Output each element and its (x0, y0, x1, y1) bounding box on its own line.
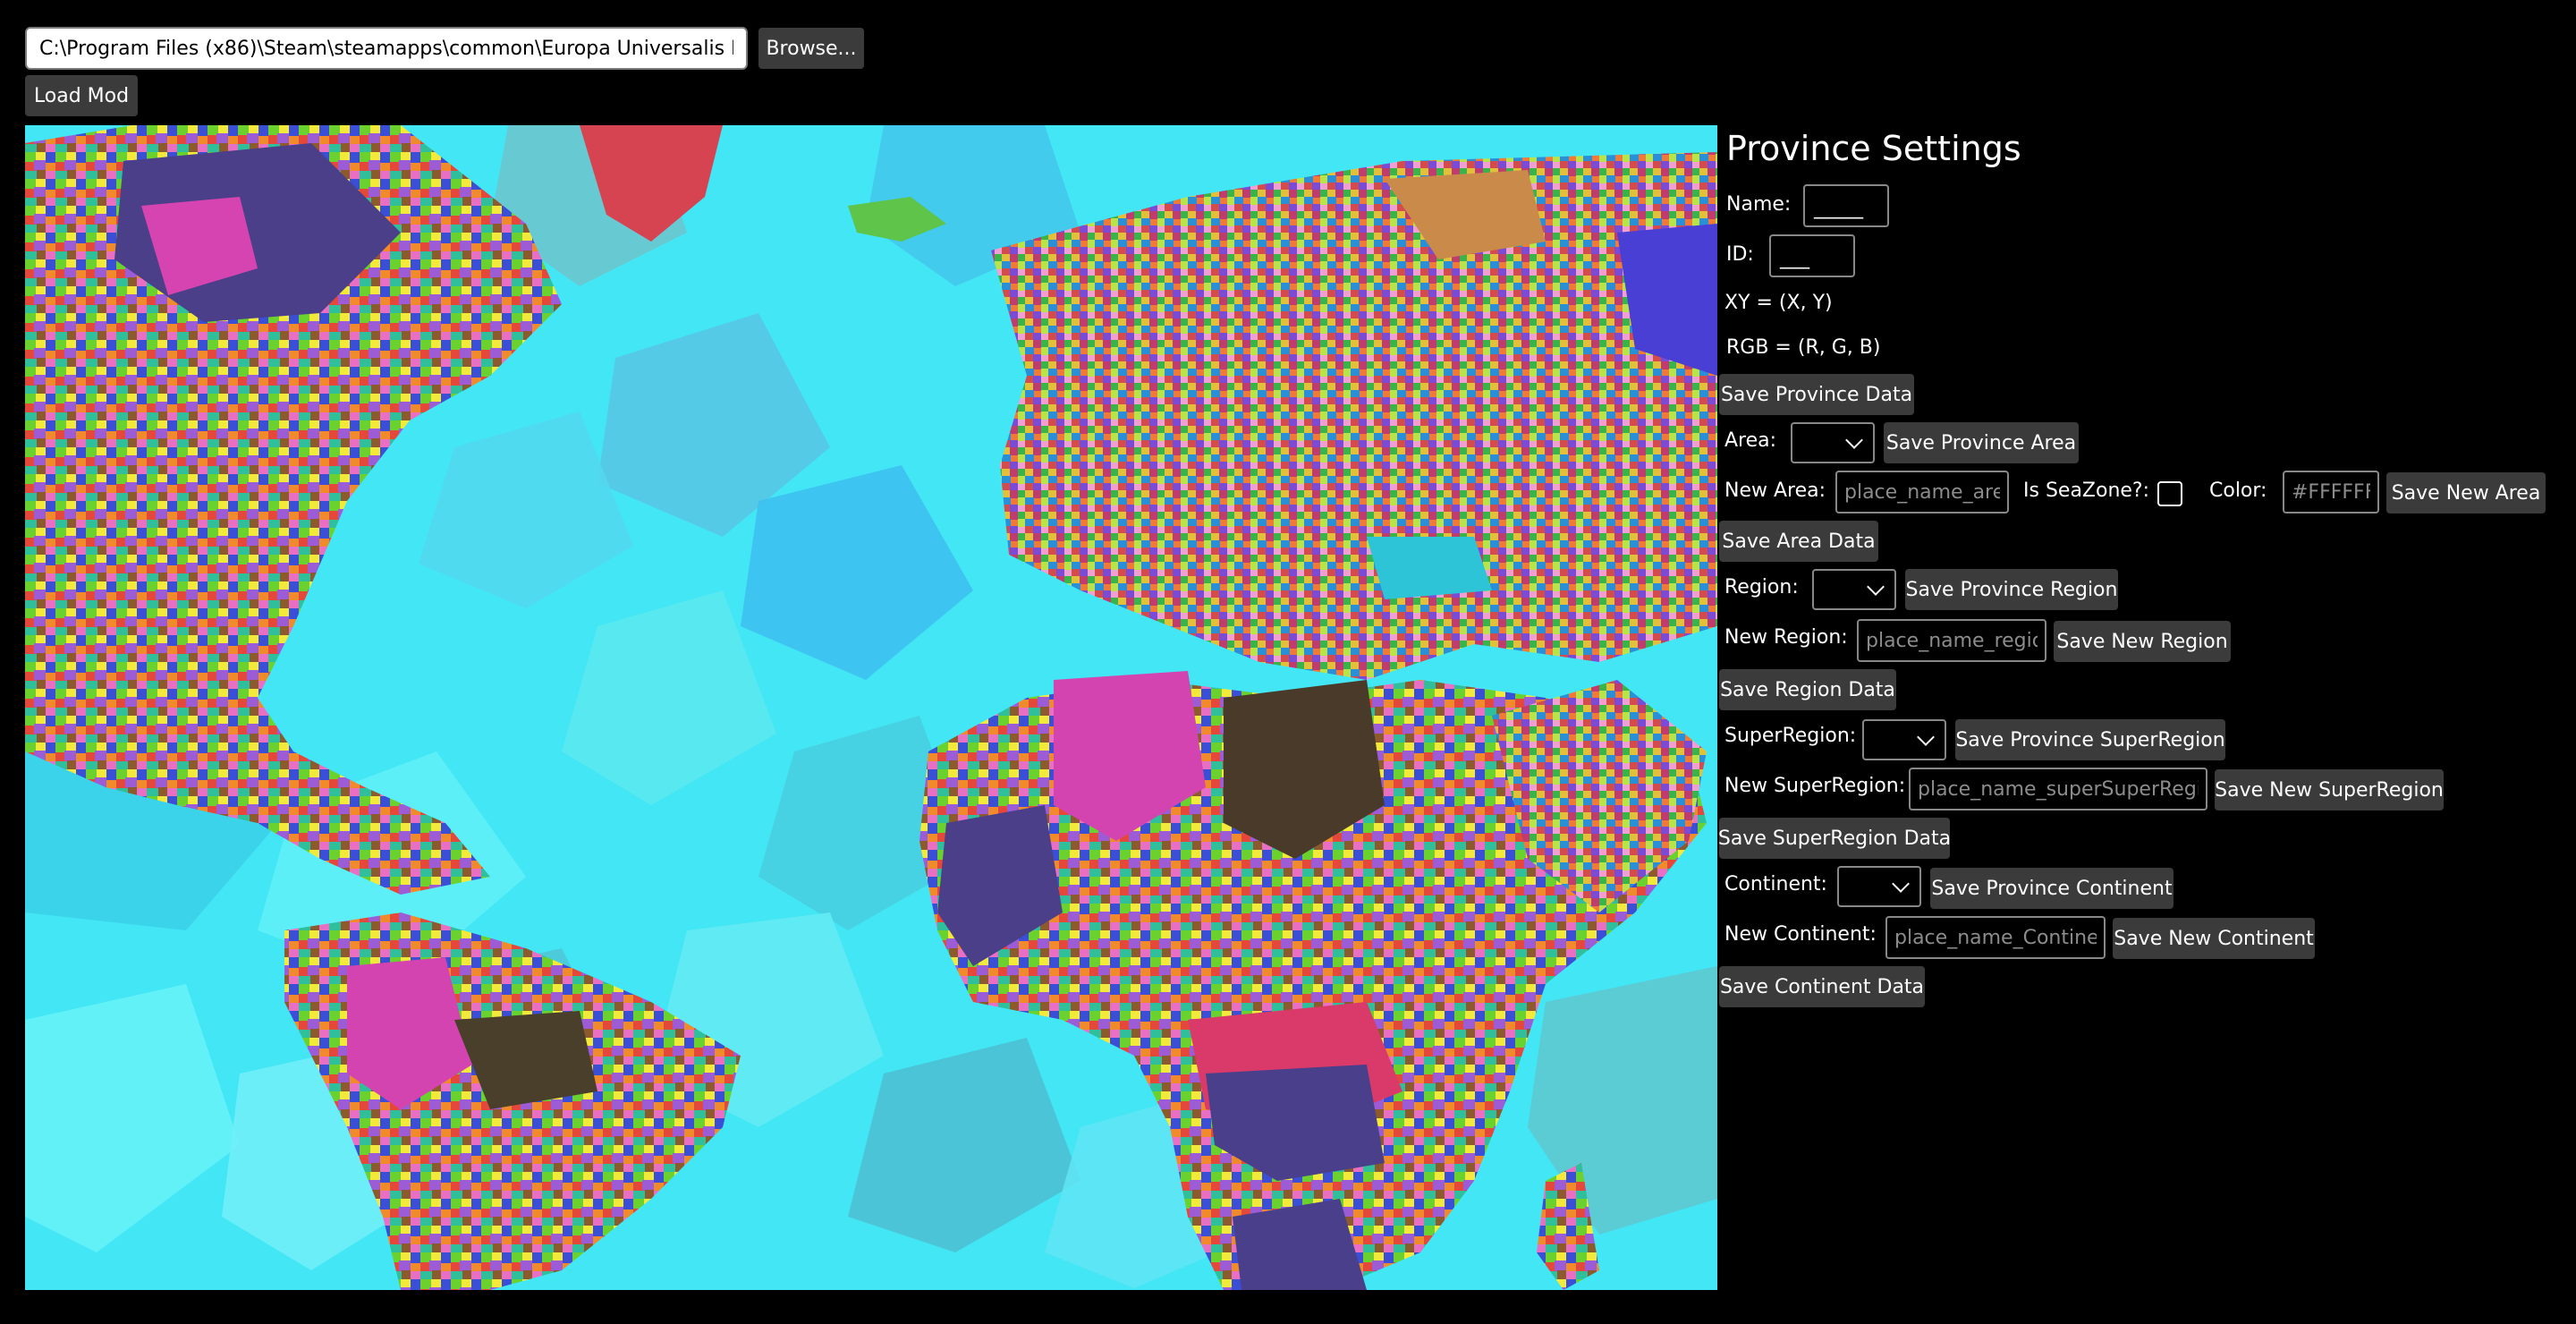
save-superregion-data-button[interactable]: Save SuperRegion Data (1718, 818, 1951, 859)
continent-select[interactable] (1837, 866, 1921, 907)
continent-label: Continent: (1724, 873, 1827, 895)
is-seazone-checkbox[interactable] (2157, 481, 2182, 506)
color-label: Color: (2209, 480, 2267, 502)
region-select[interactable] (1812, 569, 1896, 610)
save-new-superregion-button[interactable]: Save New SuperRegion (2215, 769, 2444, 811)
chevron-down-icon (1892, 875, 1910, 893)
rgb-readout: RGB = (R, G, B) (1726, 336, 1881, 359)
name-label: Name: (1726, 193, 1792, 216)
new-region-label: New Region: (1724, 626, 1848, 649)
save-area-data-button[interactable]: Save Area Data (1719, 521, 1878, 562)
region-label: Region: (1724, 576, 1799, 598)
save-province-area-button[interactable]: Save Province Area (1884, 422, 2079, 463)
xy-readout: XY = (X, Y) (1724, 292, 1833, 314)
new-area-label: New Area: (1724, 480, 1826, 502)
save-province-superregion-button[interactable]: Save Province SuperRegion (1955, 719, 2225, 760)
superregion-label: SuperRegion: (1724, 725, 1857, 747)
save-continent-data-button[interactable]: Save Continent Data (1719, 966, 1925, 1007)
new-continent-input[interactable] (1885, 916, 2106, 959)
area-label: Area: (1724, 429, 1777, 452)
new-area-input[interactable] (1835, 471, 2009, 513)
save-region-data-button[interactable]: Save Region Data (1719, 669, 1896, 710)
area-select[interactable] (1791, 422, 1875, 463)
name-field[interactable]: _____ (1803, 184, 1889, 227)
province-map-image (25, 125, 1717, 1290)
save-new-region-button[interactable]: Save New Region (2054, 621, 2231, 662)
id-field[interactable]: ___ (1769, 234, 1855, 277)
color-input[interactable] (2283, 471, 2379, 513)
panel-title: Province Settings (1726, 129, 2021, 168)
new-region-input[interactable] (1857, 619, 2046, 662)
chevron-down-icon (1867, 578, 1885, 596)
superregion-select[interactable] (1862, 719, 1946, 760)
save-province-data-button[interactable]: Save Province Data (1719, 374, 1914, 415)
save-province-continent-button[interactable]: Save Province Continent (1930, 868, 2174, 909)
province-map[interactable] (25, 125, 1717, 1290)
chevron-down-icon (1845, 431, 1863, 449)
new-superregion-label: New SuperRegion: (1724, 775, 1906, 797)
save-new-continent-button[interactable]: Save New Continent (2113, 918, 2315, 959)
is-seazone-label: Is SeaZone?: (2023, 480, 2150, 502)
new-superregion-input[interactable] (1909, 768, 2207, 811)
game-path-input[interactable] (25, 27, 748, 70)
chevron-down-icon (1917, 728, 1935, 746)
save-new-area-button[interactable]: Save New Area (2386, 472, 2546, 513)
browse-button[interactable]: Browse... (758, 28, 864, 69)
load-mod-button[interactable]: Load Mod (25, 75, 138, 116)
id-label: ID: (1726, 243, 1754, 266)
new-continent-label: New Continent: (1724, 923, 1877, 946)
save-province-region-button[interactable]: Save Province Region (1905, 569, 2118, 610)
